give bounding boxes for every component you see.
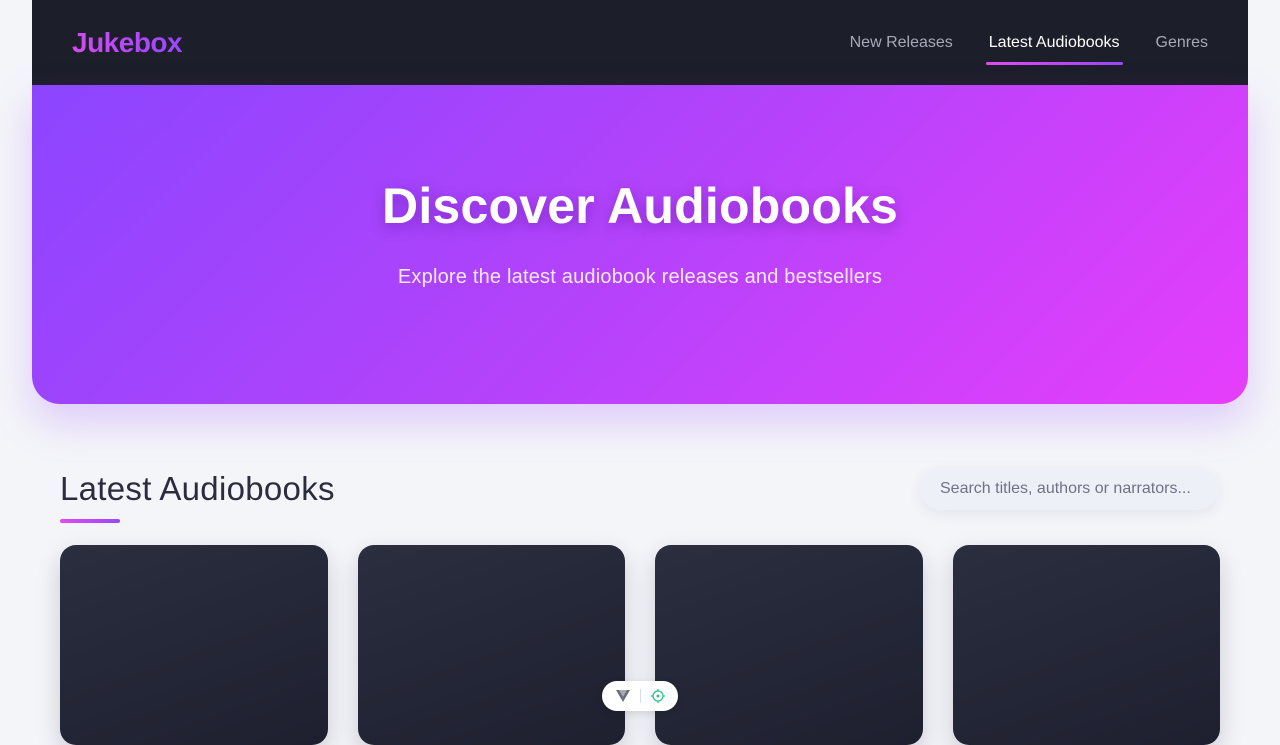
vue-logo-icon[interactable]	[614, 687, 632, 705]
hero-title: Discover Audiobooks	[382, 178, 898, 234]
logo[interactable]: Jukebox	[72, 27, 183, 59]
section-title: Latest Audiobooks	[60, 470, 335, 507]
audiobook-card[interactable]	[655, 545, 923, 745]
search-input[interactable]	[920, 468, 1218, 510]
crosshair-icon[interactable]	[649, 687, 667, 705]
audiobook-card[interactable]	[60, 545, 328, 745]
nav-item-new-releases[interactable]: New Releases	[850, 0, 953, 85]
active-nav-indicator	[985, 62, 1123, 65]
nav-item-label: New Releases	[849, 33, 953, 51]
hero-banner: Discover Audiobooks Explore the latest a…	[32, 85, 1248, 404]
nav-item-label: Latest Audiobooks	[988, 33, 1120, 51]
nav-item-genres[interactable]: Genres	[1156, 0, 1208, 85]
section-title-underline	[60, 519, 120, 523]
nav-item-latest-audiobooks[interactable]: Latest Audiobooks	[985, 0, 1123, 85]
audiobook-card[interactable]	[358, 545, 625, 745]
audiobook-card[interactable]	[953, 545, 1220, 745]
site-header: Jukebox New Releases Latest Audiobooks G…	[32, 0, 1248, 85]
toolbar-divider	[639, 689, 641, 703]
devtools-toolbar	[602, 681, 678, 711]
hero-subtitle: Explore the latest audiobook releases an…	[397, 266, 883, 288]
nav-item-label: Genres	[1155, 33, 1208, 51]
main-nav: New Releases Latest Audiobooks Genres	[814, 0, 1208, 85]
